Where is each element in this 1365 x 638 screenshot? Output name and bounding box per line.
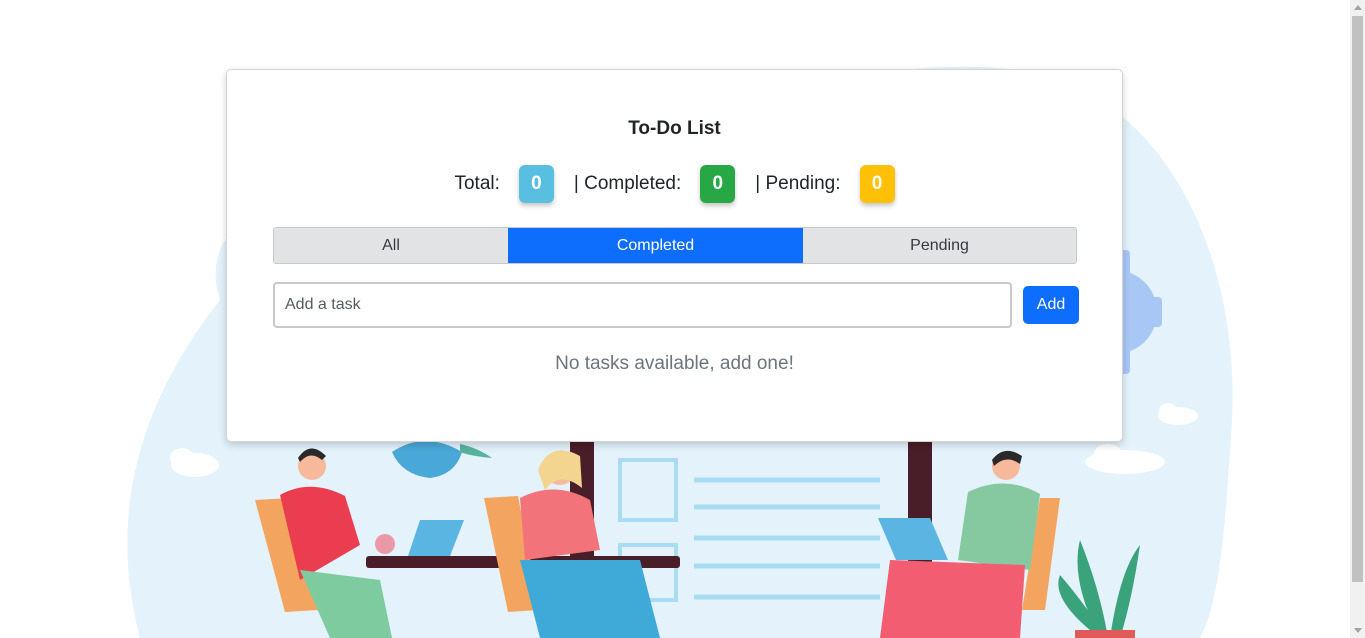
total-label: Total: <box>454 173 500 194</box>
page-title: To-Do List <box>628 118 721 139</box>
pending-label: | Pending: <box>755 173 841 194</box>
empty-state-message: No tasks available, add one! <box>555 353 794 374</box>
tab-pending[interactable]: Pending <box>803 228 1076 263</box>
completed-count-badge: 0 <box>700 165 736 203</box>
page: To-Do List Total: 0 | Completed: 0 | Pen… <box>0 0 1365 638</box>
stats-bar: Total: 0 | Completed: 0 | Pending: 0 <box>227 165 1122 203</box>
filter-tabs: All Completed Pending <box>273 227 1077 264</box>
add-task-button[interactable]: Add <box>1023 286 1079 324</box>
task-input[interactable] <box>273 282 1012 328</box>
tab-completed[interactable]: Completed <box>508 228 803 263</box>
completed-label: | Completed: <box>573 173 682 194</box>
tab-all[interactable]: All <box>274 228 508 263</box>
scroll-up-arrow-icon[interactable] <box>1354 5 1362 10</box>
scroll-down-arrow-icon[interactable] <box>1354 628 1362 633</box>
todo-card: To-Do List Total: 0 | Completed: 0 | Pen… <box>226 69 1123 442</box>
total-count-badge: 0 <box>518 165 554 203</box>
vertical-scrollbar[interactable] <box>1350 0 1365 638</box>
pending-count-badge: 0 <box>859 165 895 203</box>
scrollbar-thumb[interactable] <box>1352 16 1363 582</box>
